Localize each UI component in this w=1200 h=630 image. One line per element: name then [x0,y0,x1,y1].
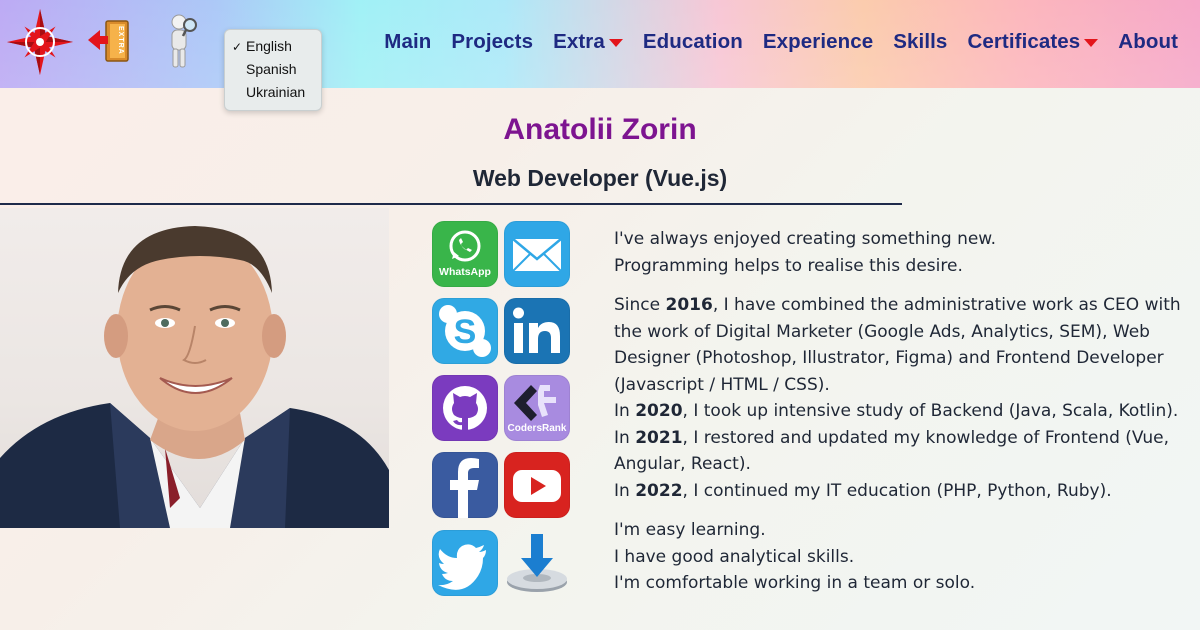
nav-item-certificates[interactable]: Certificates [967,30,1099,54]
nav-item-education[interactable]: Education [643,30,743,54]
header-bar: EXTRA Main Projects Extra Education Expe… [0,0,1200,88]
profile-name: Anatolii Zorin [503,113,697,146]
compass-logo-icon[interactable] [6,8,74,76]
envelope-icon [512,238,562,272]
download-icon [507,534,567,592]
skype-icon: S [439,305,491,357]
dropdown-caret-icon [608,39,623,47]
year-2020: 2020 [635,401,683,421]
whatsapp-link[interactable]: WhatsApp [432,221,498,287]
whatsapp-label: WhatsApp [439,266,491,278]
profile-photo [0,208,389,528]
email-link[interactable] [504,221,570,287]
twitter-link[interactable] [432,530,498,596]
codersrank-link[interactable]: CodersRank [504,375,570,441]
youtube-icon [513,470,561,502]
youtube-link[interactable] [504,452,570,518]
linkedin-link[interactable] [504,298,570,364]
download-cv-link[interactable] [504,530,570,596]
nav-item-skills[interactable]: Skills [893,30,947,54]
bio-history: Since 2016, I have combined the administ… [614,295,1181,501]
linkedin-icon [513,307,560,353]
main-nav: Main Projects Extra Education Experience… [384,30,1178,54]
nav-item-main[interactable]: Main [384,30,431,54]
nav-item-extra[interactable]: Extra [553,30,623,54]
github-icon [443,386,487,430]
year-2021: 2021 [635,427,683,448]
language-option-english[interactable]: English [246,36,292,56]
year-2022: 2022 [635,480,683,501]
skype-link[interactable]: S [432,298,498,364]
language-option-ukrainian[interactable]: Ukrainian [246,82,305,102]
codersrank-label: CodersRank [507,423,567,434]
profile-role: Web Developer (Vue.js) [472,165,728,191]
nav-item-projects[interactable]: Projects [451,30,533,54]
dropdown-caret-icon [1084,39,1099,47]
extra-exit-icon[interactable]: EXTRA [86,18,132,64]
bio-intro: I've always enjoyed creating something n… [614,229,997,276]
checkmark-icon: ✓ [232,40,243,54]
github-link[interactable] [432,375,498,441]
language-option-spanish[interactable]: Spanish [246,59,297,79]
divider [0,203,902,205]
language-dropdown[interactable]: ✓ English Spanish Ukrainian [224,29,322,111]
nav-item-experience[interactable]: Experience [763,30,873,54]
year-2016: 2016 [665,295,713,315]
twitter-bird-icon [438,544,486,590]
extra-logo-text: EXTRA [117,26,124,55]
nav-item-about[interactable]: About [1118,30,1178,54]
bio-section: I've always enjoyed creating something n… [614,226,1190,610]
bio-closing: I'm easy learning. I have good analytica… [614,520,976,593]
search-person-icon[interactable] [166,12,198,70]
facebook-icon [450,458,479,518]
svg-text:S: S [454,313,477,351]
facebook-link[interactable] [432,452,498,518]
